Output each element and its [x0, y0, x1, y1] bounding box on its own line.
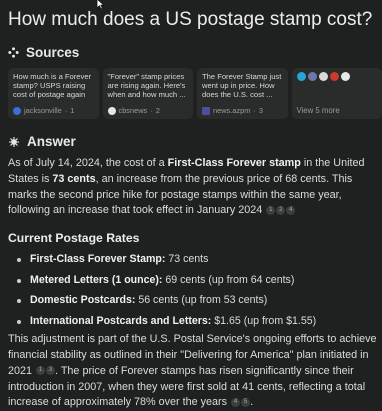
- citation[interactable]: 2: [276, 206, 285, 215]
- rate-value: 69 cents (up from 64 cents): [162, 274, 294, 286]
- source-name: news.azpm: [213, 106, 250, 115]
- rate-label: International Postcards and Letters:: [30, 315, 211, 327]
- citation[interactable]: 3: [46, 366, 55, 375]
- main-content: How much does a US postage stamp cost? S…: [8, 0, 382, 411]
- source-favicon-icon: [202, 107, 210, 115]
- source-number: 3: [259, 106, 263, 115]
- source-number: 1: [70, 106, 74, 115]
- answer-emphasis: First-Class Forever stamp: [168, 157, 301, 169]
- sources-header: Sources: [8, 45, 382, 60]
- answer-header: Answer: [8, 134, 382, 149]
- source-card[interactable]: The Forever Stamp just went up in price.…: [197, 68, 288, 119]
- source-name: cbsnews: [119, 106, 148, 115]
- rate-value: 73 cents: [165, 253, 208, 265]
- page-title: How much does a US postage stamp cost?: [8, 9, 382, 31]
- answer-text: .: [250, 396, 253, 408]
- rates-list: First-Class Forever Stamp: 73 cents Mete…: [8, 249, 382, 331]
- rate-label: Domestic Postcards:: [30, 294, 135, 306]
- source-favicon-icon: [108, 107, 116, 115]
- source-favicon-icon: [308, 72, 317, 81]
- source-card[interactable]: "Forever" stamp prices are rising again.…: [103, 68, 194, 119]
- answer-icon: [8, 136, 20, 148]
- rate-label: Metered Letters (1 ounce):: [30, 274, 162, 286]
- list-item: International Postcards and Letters: $1.…: [8, 311, 382, 332]
- citation[interactable]: 1: [36, 366, 45, 375]
- rate-label: First-Class Forever Stamp:: [30, 253, 165, 265]
- answer-paragraph: As of July 14, 2024, the cost of a First…: [8, 156, 382, 219]
- source-favicon-icon: [341, 72, 350, 81]
- source-favicon-icon: [297, 72, 306, 81]
- answer-text: As of July 14, 2024, the cost of a: [8, 157, 168, 169]
- citation[interactable]: 5: [241, 398, 250, 407]
- citation[interactable]: 4: [286, 206, 295, 215]
- source-card-meta: jacksonville · 1: [13, 106, 94, 115]
- more-source-icons: [297, 72, 378, 81]
- source-favicon-icon: [330, 72, 339, 81]
- source-favicon-icon: [13, 107, 21, 115]
- source-card[interactable]: How much is a Forever stamp? USPS raisin…: [8, 68, 99, 119]
- source-name: jacksonville: [24, 106, 62, 115]
- source-favicon-icon: [319, 72, 328, 81]
- list-item: First-Class Forever Stamp: 73 cents: [8, 249, 382, 270]
- rates-heading: Current Postage Rates: [8, 231, 382, 245]
- view-more-card[interactable]: View 5 more: [292, 68, 382, 119]
- source-card-meta: cbsnews · 2: [108, 106, 189, 115]
- source-number: 2: [156, 106, 160, 115]
- citation[interactable]: 1: [266, 206, 275, 215]
- sources-icon: [8, 47, 19, 58]
- rate-value: 56 cents (up from 53 cents): [135, 294, 267, 306]
- sources-list: How much is a Forever stamp? USPS raisin…: [8, 68, 382, 119]
- list-item: Metered Letters (1 ounce): 69 cents (up …: [8, 270, 382, 291]
- source-card-title: The Forever Stamp just went up in price.…: [202, 72, 283, 99]
- citation[interactable]: 4: [231, 398, 240, 407]
- mouse-cursor-icon: [96, 0, 105, 10]
- rate-value: $1.65 (up from $1.55): [211, 315, 316, 327]
- source-card-title: How much is a Forever stamp? USPS raisin…: [13, 72, 94, 99]
- sources-heading: Sources: [26, 45, 79, 60]
- answer-text: . The price of Forever stamps has risen …: [8, 365, 365, 409]
- view-more-label: View 5 more: [297, 106, 378, 115]
- source-card-meta: news.azpm · 3: [202, 106, 283, 115]
- answer-heading: Answer: [27, 134, 76, 149]
- source-card-title: "Forever" stamp prices are rising again.…: [108, 72, 189, 99]
- answer-emphasis: 73 cents: [52, 173, 95, 185]
- answer-paragraph: This adjustment is part of the U.S. Post…: [8, 332, 382, 411]
- list-item: Domestic Postcards: 56 cents (up from 53…: [8, 290, 382, 311]
